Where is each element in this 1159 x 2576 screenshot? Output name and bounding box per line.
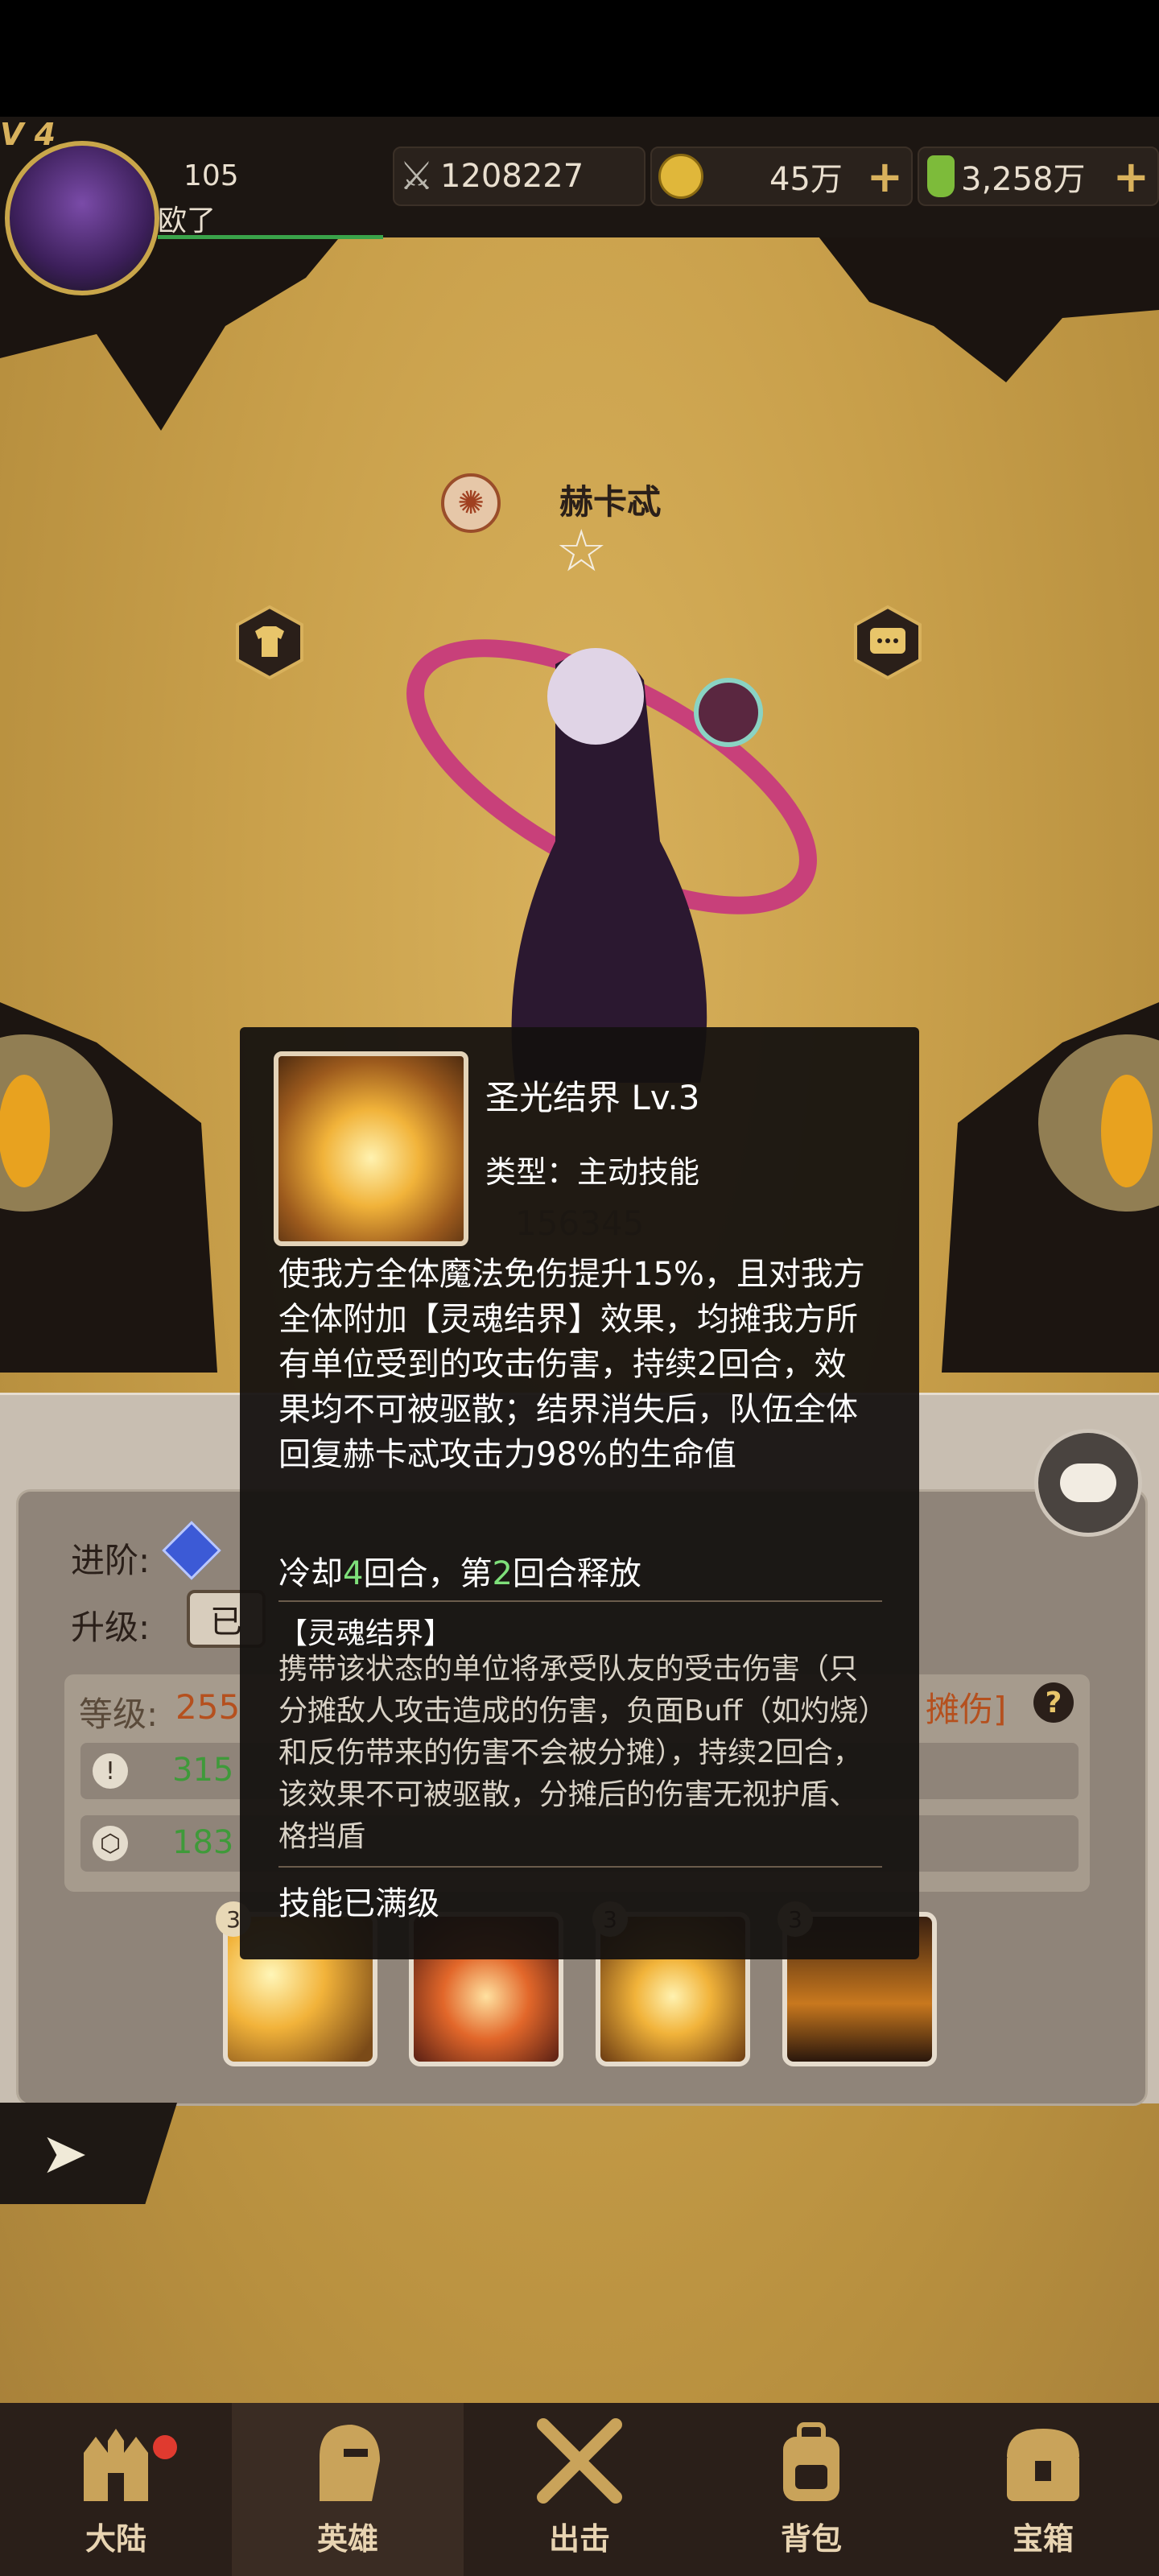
- skill-cooldown: 冷却4回合，第2回合释放: [278, 1547, 641, 1594]
- status-title: 【灵魂结界】: [278, 1617, 453, 1650]
- crossed-swords-icon: [537, 2418, 622, 2504]
- cooldown-suffix: 回合释放: [512, 1555, 641, 1592]
- status-description: 携带该状态的单位将承受队友的受击伤害（只分摊敌人攻击造成的伤害，负面Buff（如…: [278, 1653, 873, 1853]
- attack-value: 315: [172, 1752, 234, 1789]
- help-icon[interactable]: ?: [1033, 1682, 1074, 1723]
- notification-dot: [153, 2435, 177, 2459]
- star-icon: ☆: [555, 517, 608, 584]
- nav-chest[interactable]: 宝箱: [927, 2403, 1159, 2576]
- release-round: 2: [492, 1555, 513, 1592]
- nav-label: 宝箱: [1012, 2521, 1074, 2557]
- divider: [278, 1600, 882, 1602]
- nav-continent[interactable]: 大陆: [0, 2403, 232, 2576]
- player-score: 105: [184, 159, 239, 192]
- cooldown-value: 4: [343, 1555, 364, 1592]
- potion-bottle-icon: [927, 155, 955, 197]
- exp-bar: [158, 235, 383, 239]
- nav-backpack[interactable]: 背包: [695, 2403, 927, 2576]
- back-arrow-icon: ➤: [40, 2120, 89, 2186]
- cooldown-mid: 回合，第: [363, 1555, 493, 1592]
- treasure-chest-icon: [1007, 2429, 1079, 2501]
- share-damage-tag: 摊伤]: [926, 1690, 1007, 1729]
- nav-label: 出击: [548, 2521, 610, 2557]
- attack-icon: !: [93, 1753, 128, 1789]
- potion-value: 3,258万: [961, 161, 1086, 198]
- chat-button[interactable]: [1034, 1429, 1142, 1537]
- skill-name: 圣光结界 Lv.3: [485, 1078, 700, 1117]
- chat-bubble-icon[interactable]: [849, 604, 926, 681]
- nav-label: 英雄: [316, 2521, 378, 2557]
- power-value: 1208227: [440, 158, 584, 195]
- helmet-icon: [320, 2425, 380, 2501]
- power-display: ⚔ 1208227: [393, 147, 645, 206]
- vip-badge: V 4: [0, 117, 56, 152]
- chat-icon: [1060, 1463, 1116, 1502]
- nav-label: 背包: [780, 2521, 842, 2557]
- gold-value: 45万: [769, 161, 843, 198]
- defense-value: 183: [172, 1824, 234, 1861]
- potion-display: 3,258万 +: [918, 147, 1159, 206]
- castle-icon: [84, 2429, 148, 2501]
- shield-icon: ⬡: [93, 1826, 128, 1861]
- add-gold-button[interactable]: +: [867, 151, 903, 202]
- level-value: 255: [175, 1687, 241, 1727]
- equipment-shirt-icon[interactable]: [231, 604, 308, 681]
- backpack-icon: [783, 2422, 839, 2501]
- upgrade-label: 升级:: [71, 1608, 151, 1647]
- add-potion-button[interactable]: +: [1113, 151, 1149, 202]
- skill-holy-barrier-icon: [274, 1051, 468, 1246]
- avatar[interactable]: [5, 141, 159, 295]
- player-name: 欧了: [158, 204, 217, 237]
- nav-heroes[interactable]: 英雄: [232, 2403, 464, 2576]
- nav-label: 大陆: [85, 2521, 146, 2557]
- level-label: 等级:: [79, 1695, 159, 1734]
- nav-battle[interactable]: 出击: [464, 2403, 695, 2576]
- swords-icon: ⚔: [399, 154, 435, 199]
- skill-type: 类型：主动技能: [485, 1154, 700, 1190]
- element-sun-icon[interactable]: ✺: [441, 473, 501, 533]
- gold-display: 45万 +: [650, 147, 913, 206]
- bottom-nav: 大陆 英雄 出击 背包 宝箱: [0, 2403, 1159, 2576]
- cooldown-prefix: 冷却: [278, 1555, 343, 1592]
- skill-maxed-text: 技能已满级: [278, 1885, 439, 1922]
- skill-description: 使我方全体魔法免伤提升15%，且对我方全体附加【灵魂结界】效果，均摊我方所有单位…: [278, 1256, 865, 1473]
- advance-label: 进阶:: [71, 1541, 151, 1580]
- divider: [278, 1866, 882, 1868]
- gold-coin-icon: [658, 154, 703, 199]
